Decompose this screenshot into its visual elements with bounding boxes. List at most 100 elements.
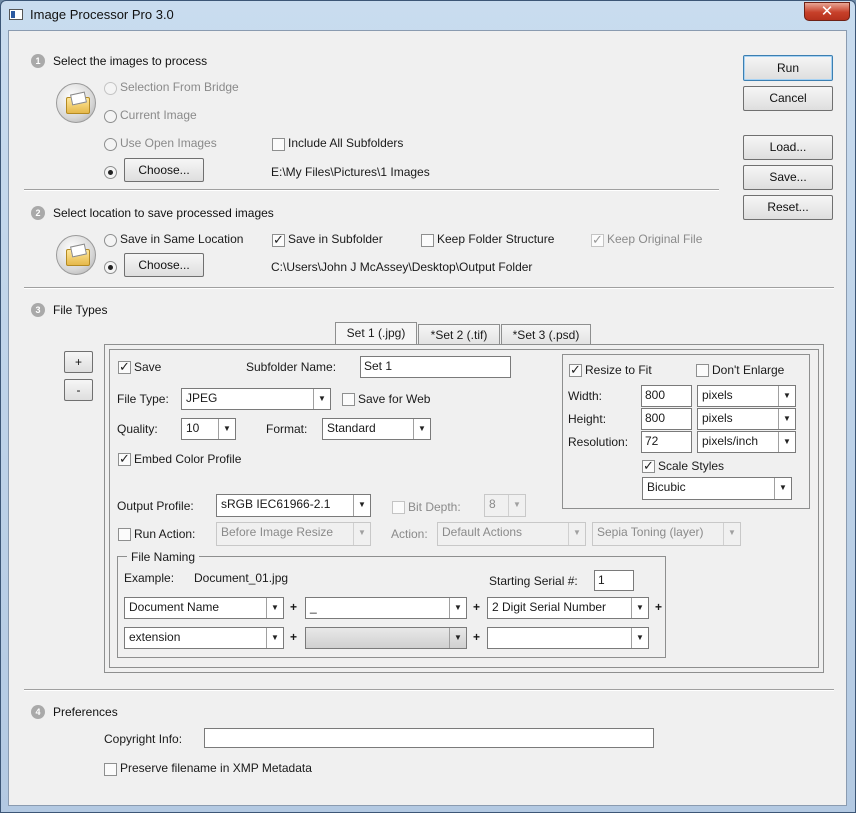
bit-depth-checkbox[interactable] <box>392 501 405 514</box>
format-label: Format: <box>266 422 308 436</box>
format-value: Standard <box>327 421 376 435</box>
step-4-badge: 4 <box>31 705 45 719</box>
remove-set-button[interactable]: - <box>64 379 93 401</box>
source-path: E:\My Files\Pictures\1 Images <box>271 165 430 179</box>
save-filetype-checkbox[interactable] <box>118 359 131 375</box>
bit-depth-select[interactable]: 8 ▼ <box>484 494 526 517</box>
naming-row2-field3-select[interactable]: ▼ <box>487 627 649 649</box>
file-type-label: File Type: <box>117 392 169 406</box>
action-select[interactable]: Sepia Toning (layer) ▼ <box>592 522 741 546</box>
quality-select[interactable]: 10 ▼ <box>181 418 236 440</box>
run-action-timing-select[interactable]: Before Image Resize ▼ <box>216 522 371 546</box>
example-value: Document_01.jpg <box>194 571 289 585</box>
file-type-select[interactable]: JPEG ▼ <box>181 388 331 410</box>
app-icon <box>9 9 23 20</box>
load-button[interactable]: Load... <box>743 135 833 160</box>
include-all-subfolders-checkbox[interactable] <box>272 138 285 151</box>
width-unit-select[interactable]: pixels ▼ <box>697 385 796 407</box>
resolution-label: Resolution: <box>568 435 629 449</box>
run-button[interactable]: Run <box>743 55 833 81</box>
window-title: Image Processor Pro 3.0 <box>30 7 174 22</box>
height-unit-value: pixels <box>702 411 733 425</box>
tab-set-3[interactable]: *Set 3 (.psd) <box>501 324 591 345</box>
scale-styles-label: Scale Styles <box>658 459 725 473</box>
resize-to-fit-checkbox[interactable] <box>569 362 582 378</box>
action-label: Action: <box>391 527 428 541</box>
quality-label: Quality: <box>117 422 158 436</box>
naming-row1-field3-value: 2 Digit Serial Number <box>492 600 607 614</box>
use-open-images-radio[interactable] <box>104 138 117 151</box>
starting-serial-label: Starting Serial #: <box>489 574 578 588</box>
keep-original-file-label: Keep Original File <box>607 232 703 246</box>
keep-folder-structure-label: Keep Folder Structure <box>437 232 555 246</box>
chevron-down-icon: ▼ <box>449 598 466 618</box>
choose-source-radio[interactable] <box>104 166 117 179</box>
chevron-down-icon: ▼ <box>413 419 430 439</box>
resample-method-select[interactable]: Bicubic ▼ <box>642 477 792 500</box>
plus-sign: + <box>290 600 298 614</box>
width-input[interactable]: 800 <box>641 385 692 407</box>
scale-styles-checkbox[interactable] <box>642 458 655 474</box>
close-button[interactable]: ✕ <box>804 2 850 21</box>
divider-2 <box>24 287 834 289</box>
tab-set-2[interactable]: *Set 2 (.tif) <box>418 324 500 345</box>
section-2-title: Select location to save processed images <box>53 206 274 220</box>
naming-row2-field1-select[interactable]: extension ▼ <box>124 627 284 649</box>
keep-folder-structure-checkbox[interactable] <box>421 234 434 247</box>
section-3-title: File Types <box>53 303 108 317</box>
choose-destination-button[interactable]: Choose... <box>124 253 204 277</box>
subfolder-name-label: Subfolder Name: <box>246 360 337 374</box>
chevron-down-icon: ▼ <box>508 495 525 516</box>
bit-depth-value: 8 <box>489 497 496 511</box>
embed-color-profile-checkbox[interactable] <box>118 451 131 467</box>
dialog-client-area: 1 Select the images to process Selection… <box>8 30 847 806</box>
add-set-button[interactable]: + <box>64 351 93 373</box>
step-3-badge: 3 <box>31 303 45 317</box>
save-in-subfolder-checkbox[interactable] <box>272 232 285 248</box>
run-action-checkbox[interactable] <box>118 528 131 541</box>
current-image-radio[interactable] <box>104 110 117 123</box>
action-value: Sepia Toning (layer) <box>597 525 704 539</box>
save-same-location-label: Save in Same Location <box>120 232 244 246</box>
plus-sign: + <box>473 630 481 644</box>
destination-path: C:\Users\John J McAssey\Desktop\Output F… <box>271 260 533 274</box>
resolution-unit-select[interactable]: pixels/inch ▼ <box>697 431 796 453</box>
action-set-select[interactable]: Default Actions ▼ <box>437 522 586 546</box>
naming-row1-field3-select[interactable]: 2 Digit Serial Number ▼ <box>487 597 649 619</box>
resolution-input[interactable]: 72 <box>641 431 692 453</box>
starting-serial-input[interactable]: 1 <box>594 570 634 591</box>
save-for-web-checkbox[interactable] <box>342 393 355 406</box>
height-unit-select[interactable]: pixels ▼ <box>697 408 796 430</box>
copyright-info-label: Copyright Info: <box>104 732 183 746</box>
copyright-info-input[interactable] <box>204 728 654 748</box>
selection-from-bridge-radio[interactable] <box>104 82 117 95</box>
naming-row2-field2-select[interactable]: ▼ <box>305 627 467 649</box>
resize-to-fit-label: Resize to Fit <box>585 363 652 377</box>
section-1-title: Select the images to process <box>53 54 208 68</box>
dont-enlarge-checkbox[interactable] <box>696 364 709 377</box>
output-profile-value: sRGB IEC61966-2.1 <box>221 497 331 511</box>
reset-button[interactable]: Reset... <box>743 195 833 220</box>
choose-destination-radio[interactable] <box>104 261 117 274</box>
save-same-location-radio[interactable] <box>104 234 117 247</box>
preserve-filename-checkbox[interactable] <box>104 763 117 776</box>
height-input[interactable]: 800 <box>641 408 692 430</box>
title-bar[interactable]: Image Processor Pro 3.0 ✕ <box>1 1 855 29</box>
naming-row1-field2-select[interactable]: _ ▼ <box>305 597 467 619</box>
chevron-down-icon: ▼ <box>774 478 791 499</box>
subfolder-name-input[interactable]: Set 1 <box>360 356 511 378</box>
naming-row1-field1-select[interactable]: Document Name ▼ <box>124 597 284 619</box>
chevron-down-icon: ▼ <box>631 628 648 648</box>
format-select[interactable]: Standard ▼ <box>322 418 431 440</box>
cancel-button[interactable]: Cancel <box>743 86 833 111</box>
choose-source-button[interactable]: Choose... <box>124 158 204 182</box>
save-settings-button[interactable]: Save... <box>743 165 833 190</box>
plus-sign: + <box>473 600 481 614</box>
chevron-down-icon: ▼ <box>778 432 795 452</box>
chevron-down-icon: ▼ <box>218 419 235 439</box>
output-profile-select[interactable]: sRGB IEC61966-2.1 ▼ <box>216 494 371 517</box>
keep-original-file-checkbox[interactable] <box>591 232 604 248</box>
tab-set-1[interactable]: Set 1 (.jpg) <box>335 322 417 345</box>
step-2-badge: 2 <box>31 206 45 220</box>
example-label: Example: <box>124 571 175 585</box>
